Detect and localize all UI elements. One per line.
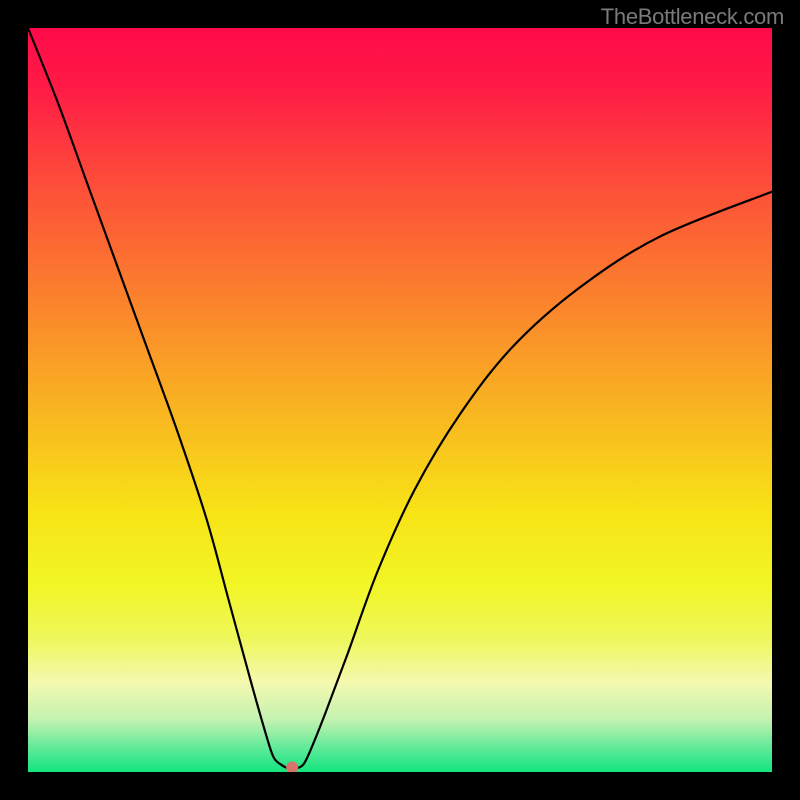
chart-background (28, 28, 772, 772)
chart-frame (28, 28, 772, 772)
chart-svg (28, 28, 772, 772)
watermark-text: TheBottleneck.com (601, 4, 784, 30)
